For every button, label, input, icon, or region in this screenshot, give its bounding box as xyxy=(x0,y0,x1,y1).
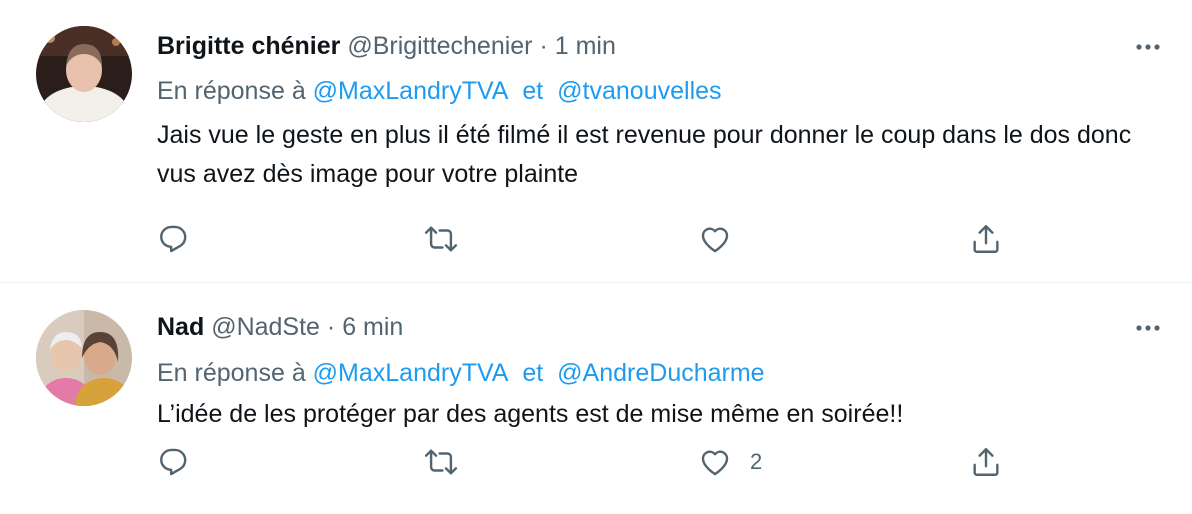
username[interactable]: @NadSte xyxy=(211,313,320,341)
avatar-image xyxy=(36,26,132,122)
heart-icon xyxy=(701,450,729,476)
like-count: 2 xyxy=(750,449,763,474)
avatar[interactable] xyxy=(36,26,132,122)
reply-joiner: et xyxy=(522,77,544,105)
reply-button[interactable] xyxy=(157,444,191,480)
share-button[interactable] xyxy=(969,444,1003,480)
reply-prefix: En réponse à xyxy=(157,77,306,105)
like-button[interactable]: 2 xyxy=(698,444,762,480)
share-icon xyxy=(973,225,999,253)
retweet-icon xyxy=(424,449,458,475)
reply-joiner: et xyxy=(522,359,544,387)
reply-button[interactable] xyxy=(157,221,191,257)
share-icon xyxy=(973,448,999,476)
mention-link[interactable]: @AndreDucharme xyxy=(557,359,764,387)
reply-prefix: En réponse à xyxy=(157,359,306,387)
share-button[interactable] xyxy=(969,221,1003,257)
mention-link[interactable]: @tvanouvelles xyxy=(557,77,721,105)
mention-link[interactable]: @MaxLandryTVA xyxy=(313,359,509,387)
reply-context: En réponse à @MaxLandryTVA et @tvanouvel… xyxy=(157,76,722,106)
tweet-text: L’idée de les protéger par des agents es… xyxy=(157,400,904,428)
retweet-button[interactable] xyxy=(424,221,458,257)
more-button[interactable] xyxy=(1128,32,1168,62)
tweet[interactable]: Nad @NadSte · 6 min En réponse à @MaxLan… xyxy=(0,283,1192,514)
retweet-button[interactable] xyxy=(424,444,458,480)
timestamp[interactable]: 1 min xyxy=(555,32,616,60)
username[interactable]: @Brigittechenier xyxy=(347,32,532,60)
retweet-icon xyxy=(424,226,458,252)
reply-context: En réponse à @MaxLandryTVA et @AndreDuch… xyxy=(157,358,765,388)
avatar-image xyxy=(36,310,132,406)
reply-icon xyxy=(160,225,187,253)
tweet[interactable]: Brigitte chénier @Brigittechenier · 1 mi… xyxy=(0,0,1192,283)
separator: · xyxy=(539,32,548,60)
tweet-text: Jais vue le geste en plus il été filmé i… xyxy=(157,121,1132,188)
more-icon xyxy=(1136,44,1160,50)
avatar[interactable] xyxy=(36,310,132,406)
display-name[interactable]: Brigitte chénier xyxy=(157,32,340,60)
more-icon xyxy=(1136,325,1160,331)
tweet-header: Nad @NadSte · 6 min xyxy=(157,312,403,342)
mention-link[interactable]: @MaxLandryTVA xyxy=(313,77,509,105)
like-button[interactable] xyxy=(698,221,750,257)
timestamp[interactable]: 6 min xyxy=(342,313,403,341)
display-name[interactable]: Nad xyxy=(157,313,204,341)
more-button[interactable] xyxy=(1128,313,1168,343)
separator: · xyxy=(326,313,336,341)
heart-icon xyxy=(701,227,729,253)
tweet-header: Brigitte chénier @Brigittechenier · 1 mi… xyxy=(157,31,616,61)
reply-icon xyxy=(160,448,187,476)
